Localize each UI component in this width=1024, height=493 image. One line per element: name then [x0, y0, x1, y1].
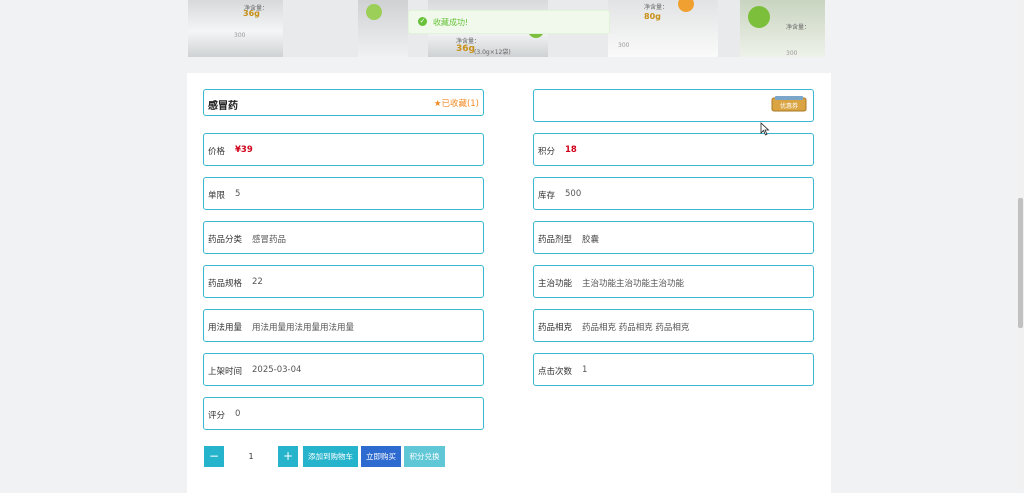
product-box-image: 净含量： 80g 300 — [608, 0, 718, 57]
price-label: 价格 — [208, 147, 226, 157]
category-label: 药品分类 — [208, 235, 243, 245]
increase-quantity-button[interactable]: + — [278, 446, 298, 467]
leaf-icon — [748, 6, 770, 28]
function-label: 主治功能 — [538, 279, 573, 289]
listed-value: 2025-03-04 — [252, 365, 302, 375]
banner-brand: 300 — [786, 50, 798, 57]
banner-weight-small: 36g — [243, 9, 260, 18]
points-field: 积分 18 — [533, 133, 814, 166]
spec-label: 药品规格 — [208, 279, 243, 289]
function-field: 主治功能 主治功能主治功能主治功能 — [533, 265, 814, 298]
stock-label: 库存 — [538, 191, 556, 201]
limit-field: 单限 5 — [203, 177, 484, 210]
spec-value: 22 — [252, 277, 263, 287]
related-label: 药品相克 — [538, 323, 573, 333]
stock-value: 500 — [565, 189, 582, 199]
listed-field: 上架时间 2025-03-04 — [203, 353, 484, 386]
rating-label: 评分 — [208, 411, 226, 421]
form-field: 药品剂型 胶囊 — [533, 221, 814, 254]
limit-label: 单限 — [208, 191, 226, 201]
price-value: ¥39 — [235, 145, 253, 155]
scrollbar-thumb[interactable] — [1018, 198, 1023, 328]
clicks-value: 1 — [582, 365, 588, 375]
limit-value: 5 — [235, 189, 241, 199]
product-box-image — [358, 0, 408, 57]
rating-field: 评分 0 — [203, 397, 484, 430]
favorite-label: 已收藏(1) — [441, 99, 479, 109]
banner-net-label: 净含量： — [644, 4, 669, 11]
points-value: 18 — [565, 145, 577, 155]
price-field: 价格 ¥39 — [203, 133, 484, 166]
redeem-points-button[interactable]: 积分兑换 — [404, 446, 445, 467]
stock-field: 库存 500 — [533, 177, 814, 210]
form-value: 胶囊 — [582, 235, 600, 245]
success-toast: ✓ 收藏成功! — [408, 10, 610, 34]
banner-weight-main: 36g — [456, 44, 475, 54]
add-to-cart-button[interactable]: 添加到购物车 — [303, 446, 358, 467]
banner-brand: 300 — [234, 32, 246, 39]
banner-brand: 300 — [618, 42, 630, 49]
product-box-image: 净含量： 300 — [740, 0, 825, 57]
check-circle-icon: ✓ — [418, 17, 427, 26]
page-scrollbar[interactable] — [1017, 0, 1024, 489]
coupon-button[interactable]: 优惠券 — [771, 96, 807, 113]
mouse-pointer-icon — [760, 122, 770, 136]
toast-message: 收藏成功! — [433, 18, 469, 27]
product-name: 感冒药 — [208, 101, 238, 112]
product-name-field: 感冒药 ★已收藏(1) — [203, 89, 484, 116]
function-value: 主治功能主治功能主治功能 — [582, 279, 685, 289]
clicks-field: 点击次数 1 — [533, 353, 814, 386]
leaf-icon — [678, 0, 694, 12]
points-label: 积分 — [538, 147, 556, 157]
banner-spec: (3.0g×12袋) — [474, 49, 511, 56]
coupon-label: 优惠券 — [780, 102, 798, 110]
related-value: 药品相克 药品相克 药品相克 — [582, 323, 690, 333]
category-value: 感冒药品 — [252, 235, 287, 245]
banner-net-label: 净含量： — [786, 24, 811, 31]
favorite-button[interactable]: ★已收藏(1) — [434, 97, 479, 109]
banner-weight-right: 80g — [644, 12, 661, 21]
decrease-quantity-button[interactable]: − — [204, 446, 224, 467]
category-field: 药品分类 感冒药品 — [203, 221, 484, 254]
product-box-image: 净含量： 36g 300 — [188, 0, 283, 57]
coupon-field: 优惠券 — [533, 89, 814, 122]
leaf-icon — [366, 4, 382, 20]
clicks-label: 点击次数 — [538, 367, 573, 377]
quantity-input[interactable] — [225, 446, 277, 467]
rating-value: 0 — [235, 409, 241, 419]
usage-value: 用法用量用法用量用法用量 — [252, 323, 355, 333]
listed-label: 上架时间 — [208, 367, 243, 377]
buy-now-button[interactable]: 立即购买 — [361, 446, 401, 467]
usage-field: 用法用量 用法用量用法用量用法用量 — [203, 309, 484, 342]
usage-label: 用法用量 — [208, 323, 243, 333]
spec-field: 药品规格 22 — [203, 265, 484, 298]
related-field: 药品相克 药品相克 药品相克 药品相克 — [533, 309, 814, 342]
form-label: 药品剂型 — [538, 235, 573, 245]
